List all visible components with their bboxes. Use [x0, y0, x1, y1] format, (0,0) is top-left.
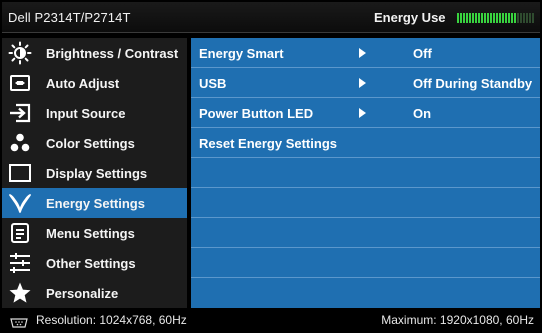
sidebar-item-display-settings[interactable]: Display Settings — [2, 158, 187, 188]
sidebar-item-label: Menu Settings — [46, 225, 135, 241]
chevron-right-icon — [359, 108, 366, 118]
sidebar-item-brightness-contrast[interactable]: Brightness / Contrast — [2, 38, 187, 68]
reset-energy-settings-row[interactable]: Reset Energy Settings — [191, 128, 540, 158]
menu-settings-icon — [8, 221, 32, 245]
color-settings-icon — [8, 131, 32, 155]
energy-meter-bar — [466, 13, 468, 23]
energy-meter-bar — [487, 13, 489, 23]
energy-meter-bar — [505, 13, 507, 23]
model-name: Dell P2314T/P2714T — [8, 10, 131, 25]
sidebar-item-auto-adjust[interactable]: Auto Adjust — [2, 68, 187, 98]
energy-meter-bar — [469, 13, 471, 23]
row-label: Energy Smart — [199, 46, 284, 61]
energy-meter-bar — [520, 13, 522, 23]
empty-row — [191, 158, 540, 188]
energy-meter-bar — [529, 13, 531, 23]
sidebar: Brightness / Contrast Auto Adjust Input … — [2, 38, 187, 308]
energy-meter-bar — [493, 13, 495, 23]
energy-meter-bar — [481, 13, 483, 23]
usb-row[interactable]: USB Off During Standby — [191, 68, 540, 98]
energy-meter-bar — [517, 13, 519, 23]
status-footer: Resolution: 1024x768, 60Hz Maximum: 1920… — [2, 310, 540, 330]
energy-meter-bar — [526, 13, 528, 23]
energy-meter-bar — [472, 13, 474, 23]
row-value: Off — [413, 46, 432, 61]
energy-settings-panel: Energy Smart Off USB Off During Standby … — [191, 38, 540, 308]
input-source-icon — [8, 101, 32, 125]
brightness-icon — [8, 41, 32, 65]
energy-meter-bar — [523, 13, 525, 23]
sidebar-item-other-settings[interactable]: Other Settings — [2, 248, 187, 278]
energy-use-label: Energy Use — [374, 10, 446, 25]
energy-meter-bar — [475, 13, 477, 23]
energy-use-meter — [457, 13, 537, 23]
title-bar: Dell P2314T/P2714T Energy Use — [2, 2, 540, 33]
empty-row — [191, 248, 540, 278]
sidebar-item-color-settings[interactable]: Color Settings — [2, 128, 187, 158]
energy-meter-bar — [508, 13, 510, 23]
sidebar-item-label: Brightness / Contrast — [46, 45, 179, 61]
display-settings-icon — [8, 161, 32, 185]
row-value: Off During Standby — [413, 76, 533, 91]
energy-meter-bar — [496, 13, 498, 23]
energy-meter-bar — [511, 13, 513, 23]
energy-meter-bar — [532, 13, 534, 23]
current-resolution: Resolution: 1024x768, 60Hz — [36, 313, 187, 327]
osd-menu: Dell P2314T/P2714T Energy Use Brightness… — [0, 0, 542, 332]
row-label: Reset Energy Settings — [199, 136, 337, 151]
maximum-resolution: Maximum: 1920x1080, 60Hz — [381, 313, 534, 327]
energy-meter-bar — [502, 13, 504, 23]
energy-meter-bar — [460, 13, 462, 23]
sidebar-item-label: Input Source — [46, 105, 126, 121]
other-settings-icon — [8, 251, 32, 275]
auto-adjust-icon — [8, 71, 32, 95]
star-icon — [8, 281, 32, 305]
empty-row — [191, 188, 540, 218]
energy-meter-bar — [514, 13, 516, 23]
energy-meter-bar — [484, 13, 486, 23]
power-button-led-row[interactable]: Power Button LED On — [191, 98, 540, 128]
chevron-right-icon — [359, 78, 366, 88]
energy-meter-bar — [457, 13, 459, 23]
energy-meter-bar — [463, 13, 465, 23]
chevron-right-icon — [359, 48, 366, 58]
empty-row — [191, 278, 540, 308]
vga-connector-icon — [10, 315, 28, 328]
sidebar-item-label: Other Settings — [46, 255, 136, 271]
energy-meter-bar — [499, 13, 501, 23]
sidebar-item-label: Energy Settings — [46, 195, 145, 211]
sidebar-item-label: Personalize — [46, 285, 119, 301]
sidebar-item-label: Color Settings — [46, 135, 135, 151]
sidebar-item-personalize[interactable]: Personalize — [2, 278, 187, 308]
empty-row — [191, 218, 540, 248]
sidebar-item-label: Display Settings — [46, 165, 148, 181]
energy-meter-bar — [490, 13, 492, 23]
row-value: On — [413, 106, 432, 121]
energy-smart-row[interactable]: Energy Smart Off — [191, 38, 540, 68]
row-label: USB — [199, 76, 227, 91]
sidebar-item-input-source[interactable]: Input Source — [2, 98, 187, 128]
energy-meter-bar — [478, 13, 480, 23]
sidebar-item-label: Auto Adjust — [46, 75, 120, 91]
sidebar-item-energy-settings[interactable]: Energy Settings — [2, 188, 187, 218]
row-label: Power Button LED — [199, 106, 314, 121]
energy-leaf-icon — [8, 191, 32, 215]
sidebar-item-menu-settings[interactable]: Menu Settings — [2, 218, 187, 248]
